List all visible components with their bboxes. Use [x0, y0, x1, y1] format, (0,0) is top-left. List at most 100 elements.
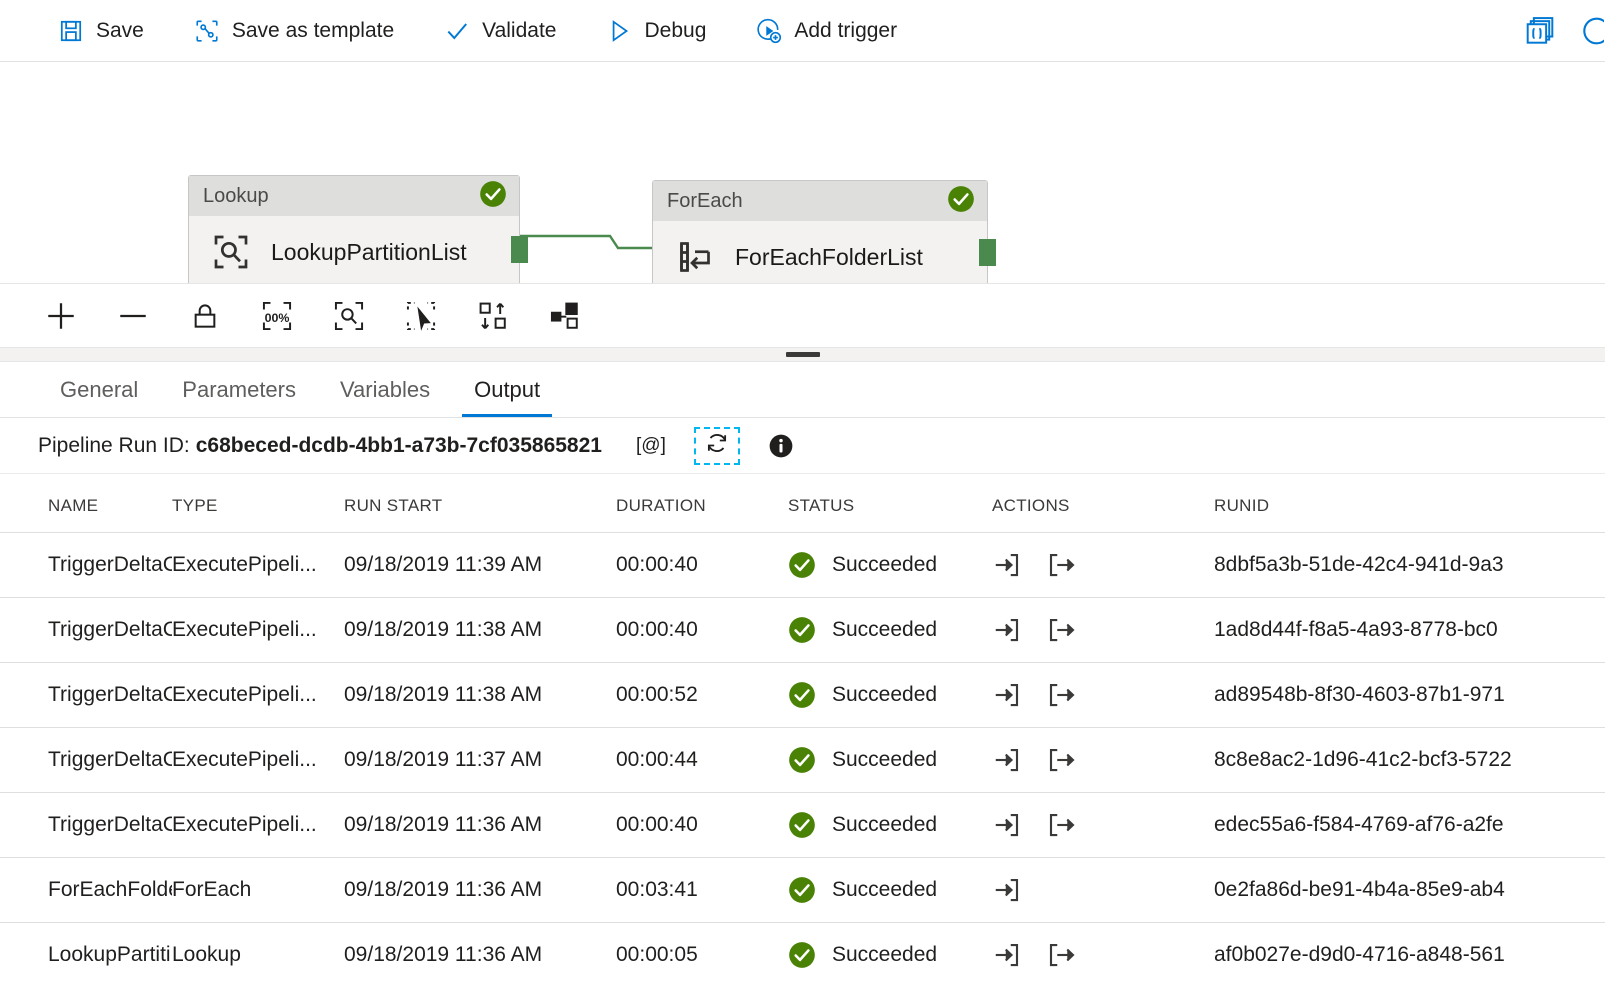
- input-icon[interactable]: [992, 615, 1022, 645]
- cell-runid: 0e2fa86d-be91-4b4a-85e9-ab4: [1214, 858, 1605, 923]
- save-icon: [58, 18, 84, 44]
- info-icon[interactable]: [768, 433, 794, 459]
- save-button[interactable]: Save: [44, 9, 158, 53]
- tab-parameters[interactable]: Parameters: [160, 362, 318, 417]
- column-header-name[interactable]: NAME: [0, 474, 172, 533]
- output-icon[interactable]: [1046, 810, 1076, 840]
- activity-node-body: LookupPartitionList: [189, 216, 519, 284]
- activity-node-foreach[interactable]: ForEach ForEachFolderList: [652, 180, 988, 284]
- table-row[interactable]: ForEachFolde...ForEach09/18/2019 11:36 A…: [0, 858, 1605, 923]
- tab-general[interactable]: General: [38, 362, 160, 417]
- activity-runs-table-wrapper: NAME TYPE RUN START DURATION STATUS ACTI…: [0, 474, 1605, 987]
- zoom-to-fit-icon[interactable]: [326, 293, 372, 339]
- status-succeeded-icon: [788, 551, 816, 579]
- select-pointer-icon[interactable]: [398, 293, 444, 339]
- tab-label: Variables: [340, 377, 430, 403]
- detail-tabs: General Parameters Variables Output: [0, 362, 1605, 418]
- output-icon[interactable]: [1046, 680, 1076, 710]
- cell-status: Succeeded: [788, 598, 992, 663]
- cell-name: LookupPartiti...: [0, 923, 172, 988]
- panel-splitter[interactable]: [0, 348, 1605, 362]
- cell-actions: [992, 793, 1214, 858]
- command-bar-right-group: [1509, 0, 1605, 62]
- column-header-type[interactable]: TYPE: [172, 474, 344, 533]
- input-icon[interactable]: [992, 875, 1022, 905]
- cell-run-start: 09/18/2019 11:36 AM: [344, 923, 616, 988]
- cell-status: Succeeded: [788, 533, 992, 598]
- cell-runid: 8c8e8ac2-1d96-41c2-bcf3-5722: [1214, 728, 1605, 793]
- output-icon[interactable]: [1046, 615, 1076, 645]
- cell-actions: [992, 858, 1214, 923]
- cell-duration: 00:00:40: [616, 598, 788, 663]
- node-output-handle[interactable]: [979, 239, 996, 266]
- status-succeeded-icon: [788, 876, 816, 904]
- column-header-duration[interactable]: DURATION: [616, 474, 788, 533]
- cell-actions: [992, 598, 1214, 663]
- input-icon[interactable]: [992, 745, 1022, 775]
- cell-actions: [992, 923, 1214, 988]
- status-label: Succeeded: [832, 943, 937, 967]
- column-header-run-start[interactable]: RUN START: [344, 474, 616, 533]
- input-icon[interactable]: [992, 680, 1022, 710]
- pipeline-canvas[interactable]: Lookup LookupPartitionList: [0, 62, 1605, 284]
- table-row[interactable]: TriggerDeltaC...ExecutePipeli...09/18/20…: [0, 598, 1605, 663]
- cell-run-start: 09/18/2019 11:39 AM: [344, 533, 616, 598]
- column-header-status[interactable]: STATUS: [788, 474, 992, 533]
- activity-node-lookup[interactable]: Lookup LookupPartitionList: [188, 175, 520, 284]
- input-icon[interactable]: [992, 940, 1022, 970]
- save-as-template-button[interactable]: Save as template: [180, 9, 408, 53]
- input-icon[interactable]: [992, 810, 1022, 840]
- debug-button[interactable]: Debug: [592, 9, 720, 53]
- validate-button[interactable]: Validate: [430, 9, 570, 53]
- activity-name-label: LookupPartitionList: [271, 239, 467, 266]
- table-row[interactable]: TriggerDeltaC...ExecutePipeli...09/18/20…: [0, 533, 1605, 598]
- table-body: TriggerDeltaC...ExecutePipeli...09/18/20…: [0, 533, 1605, 988]
- auto-layout-icon[interactable]: [542, 293, 588, 339]
- validate-check-icon: [444, 18, 470, 44]
- column-header-runid[interactable]: RUNID: [1214, 474, 1605, 533]
- cell-status: Succeeded: [788, 858, 992, 923]
- auto-align-icon[interactable]: [470, 293, 516, 339]
- output-icon[interactable]: [1046, 550, 1076, 580]
- cell-type: ExecutePipeli...: [172, 598, 344, 663]
- cell-actions: [992, 663, 1214, 728]
- table-row[interactable]: TriggerDeltaC...ExecutePipeli...09/18/20…: [0, 663, 1605, 728]
- activity-node-header: Lookup: [189, 176, 519, 216]
- zoom-in-icon[interactable]: [38, 293, 84, 339]
- circle-icon[interactable]: [1571, 14, 1605, 48]
- output-icon[interactable]: [1046, 745, 1076, 775]
- code-braces-icon[interactable]: [1523, 14, 1557, 48]
- input-icon[interactable]: [992, 550, 1022, 580]
- cell-name: TriggerDeltaC...: [0, 663, 172, 728]
- tab-label: General: [60, 377, 138, 403]
- status-succeeded-icon: [788, 681, 816, 709]
- validate-label: Validate: [482, 19, 556, 43]
- status-succeeded-icon: [788, 811, 816, 839]
- zoom-out-icon[interactable]: [110, 293, 156, 339]
- status-label: Succeeded: [832, 618, 937, 642]
- pipeline-run-id-row: Pipeline Run ID: c68beced-dcdb-4bb1-a73b…: [0, 418, 1605, 474]
- column-header-actions[interactable]: ACTIONS: [992, 474, 1214, 533]
- activity-name-label: ForEachFolderList: [735, 244, 923, 271]
- status-label: Succeeded: [832, 553, 937, 577]
- status-succeeded-icon: [479, 180, 507, 213]
- splitter-grip[interactable]: [786, 352, 820, 357]
- expression-copy-icon[interactable]: [@]: [636, 431, 666, 461]
- lock-icon[interactable]: [182, 293, 228, 339]
- tab-variables[interactable]: Variables: [318, 362, 452, 417]
- refresh-button[interactable]: [694, 427, 740, 465]
- cell-run-start: 09/18/2019 11:38 AM: [344, 663, 616, 728]
- table-row[interactable]: LookupPartiti...Lookup09/18/2019 11:36 A…: [0, 923, 1605, 988]
- add-trigger-button[interactable]: Add trigger: [742, 9, 911, 53]
- table-row[interactable]: TriggerDeltaC...ExecutePipeli...09/18/20…: [0, 793, 1605, 858]
- foreach-loop-icon: [673, 235, 717, 279]
- cell-type: ExecutePipeli...: [172, 663, 344, 728]
- status-succeeded-icon: [947, 185, 975, 218]
- add-trigger-icon: [756, 18, 782, 44]
- output-icon[interactable]: [1046, 940, 1076, 970]
- cell-run-start: 09/18/2019 11:36 AM: [344, 793, 616, 858]
- zoom-to-100-icon[interactable]: 00%: [254, 293, 300, 339]
- activity-node-header: ForEach: [653, 181, 987, 221]
- table-row[interactable]: TriggerDeltaC...ExecutePipeli...09/18/20…: [0, 728, 1605, 793]
- tab-output[interactable]: Output: [452, 362, 562, 417]
